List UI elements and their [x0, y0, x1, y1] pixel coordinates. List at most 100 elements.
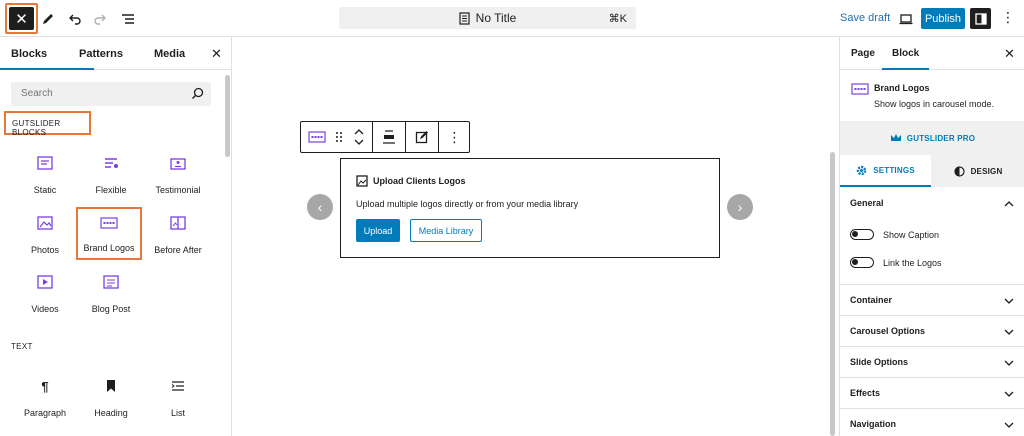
- pro-label: GUTSLIDER PRO: [906, 133, 976, 143]
- block-paragraph[interactable]: ¶ Paragraph: [12, 374, 78, 430]
- upload-title: Upload Clients Logos: [373, 176, 466, 186]
- tab-page[interactable]: Page: [851, 48, 875, 59]
- inserter-tabs: Blocks Patterns Media ✕: [0, 37, 231, 70]
- carousel-next-arrow[interactable]: ›: [727, 194, 753, 220]
- undo-icon[interactable]: [65, 9, 85, 29]
- list-icon: [145, 374, 211, 398]
- videos-icon: [12, 270, 78, 294]
- crown-icon: [890, 133, 902, 143]
- more-options-icon[interactable]: ⋮: [1001, 9, 1015, 26]
- panel-slide-options[interactable]: Slide Options: [840, 346, 1024, 377]
- inserter-scrollbar[interactable]: [225, 75, 230, 157]
- block-videos[interactable]: Videos: [12, 270, 78, 326]
- canvas-scrollbar[interactable]: [830, 152, 835, 436]
- document-title: No Title: [475, 11, 517, 25]
- gear-icon: [856, 165, 867, 176]
- align-icon[interactable]: [373, 122, 405, 152]
- save-draft-button[interactable]: Save draft: [840, 12, 890, 24]
- document-overview-icon[interactable]: [118, 9, 138, 29]
- brand-logos-icon: [851, 82, 869, 100]
- tab-block[interactable]: Block: [881, 48, 930, 70]
- heading-icon: [78, 374, 144, 398]
- tab-settings[interactable]: SETTINGS: [840, 155, 931, 187]
- redo-icon[interactable]: [90, 9, 110, 29]
- category-text: TEXT: [11, 342, 33, 351]
- panel-general[interactable]: General: [840, 188, 1024, 219]
- gutslider-pro-banner[interactable]: GUTSLIDER PRO: [840, 121, 1024, 155]
- brand-logos-icon: [78, 211, 140, 235]
- panel-navigation[interactable]: Navigation: [840, 408, 1024, 436]
- chevron-down-icon: [1004, 417, 1014, 435]
- block-testimonial[interactable]: Testimonial: [145, 151, 211, 207]
- panel-title: Effects: [850, 388, 881, 398]
- settings-sidebar: Page Block ✕ Brand Logos Show logos in c…: [839, 37, 1024, 436]
- chevron-down-icon: [1004, 355, 1014, 373]
- block-list[interactable]: List: [145, 374, 211, 430]
- editor-canvas: ⋮ ‹ Upload Clients Logos Upload multiple…: [232, 37, 839, 436]
- block-editor: ✕ No Title ⌘K Save draft Publish ⋮ Block…: [0, 0, 1024, 436]
- close-icon[interactable]: ✕: [211, 46, 222, 62]
- block-search-field[interactable]: Search: [11, 82, 211, 106]
- drag-handle-icon[interactable]: [332, 122, 346, 152]
- move-up-down-icon[interactable]: [346, 122, 372, 152]
- toggle-show-caption[interactable]: Show Caption: [850, 229, 939, 240]
- top-toolbar: ✕ No Title ⌘K Save draft Publish ⋮: [0, 0, 1024, 37]
- close-icon[interactable]: ✕: [1004, 46, 1015, 62]
- block-before-after[interactable]: Before After: [145, 211, 211, 267]
- photos-icon: [12, 211, 78, 235]
- upload-placeholder: Upload Clients Logos Upload multiple log…: [340, 158, 720, 258]
- pencil-tools-icon[interactable]: [38, 9, 58, 29]
- panel-carousel-options[interactable]: Carousel Options: [840, 315, 1024, 346]
- toggle-switch[interactable]: [850, 229, 874, 240]
- panel-title: General: [850, 198, 884, 208]
- tab-label: DESIGN: [970, 166, 1003, 176]
- block-label: Heading: [94, 408, 128, 418]
- blog-post-icon: [78, 270, 144, 294]
- tab-label: SETTINGS: [873, 165, 915, 175]
- preview-icon[interactable]: [896, 9, 916, 29]
- upload-button[interactable]: Upload: [356, 219, 400, 242]
- toggle-label: Link the Logos: [883, 257, 942, 268]
- static-slider-icon: [12, 151, 78, 175]
- upload-title-row: Upload Clients Logos: [356, 175, 466, 187]
- tab-design[interactable]: DESIGN: [931, 155, 1024, 187]
- tab-media[interactable]: Media: [154, 48, 185, 60]
- document-title-bar[interactable]: No Title ⌘K: [339, 7, 636, 29]
- close-inserter-button[interactable]: ✕: [5, 3, 38, 34]
- panel-effects[interactable]: Effects: [840, 377, 1024, 408]
- media-library-button[interactable]: Media Library: [410, 219, 482, 242]
- block-flexible[interactable]: Flexible: [78, 151, 144, 207]
- block-toolbar: ⋮: [300, 121, 470, 153]
- block-brand-logos[interactable]: Brand Logos: [76, 207, 142, 260]
- gallery-icon: [356, 175, 368, 187]
- panel-title: Slide Options: [850, 357, 909, 367]
- publish-button[interactable]: Publish: [921, 8, 965, 29]
- panel-title: Navigation: [850, 419, 897, 429]
- chevron-down-icon: [1004, 324, 1014, 342]
- panel-title: Carousel Options: [850, 326, 926, 336]
- block-heading[interactable]: Heading: [78, 374, 144, 430]
- edit-icon[interactable]: [406, 122, 438, 152]
- brand-logos-icon: [307, 131, 326, 143]
- tab-patterns[interactable]: Patterns: [79, 48, 123, 60]
- chevron-down-icon: [1004, 293, 1014, 311]
- tab-blocks[interactable]: Blocks: [0, 48, 95, 70]
- panel-container[interactable]: Container: [840, 284, 1024, 315]
- block-static[interactable]: Static: [12, 151, 78, 207]
- block-photos[interactable]: Photos: [12, 211, 78, 267]
- toggle-switch[interactable]: [850, 257, 874, 268]
- settings-sidebar-toggle[interactable]: [970, 8, 991, 29]
- block-label: Flexible: [95, 185, 127, 195]
- more-options-icon[interactable]: ⋮: [439, 122, 470, 152]
- chevron-up-icon: [1004, 196, 1014, 214]
- toggle-link-logos[interactable]: Link the Logos: [850, 257, 942, 268]
- paragraph-icon: ¶: [41, 378, 49, 394]
- search-icon: [191, 87, 204, 105]
- carousel-prev-arrow[interactable]: ‹: [307, 194, 333, 220]
- upload-description: Upload multiple logos directly or from y…: [356, 199, 579, 209]
- block-type-button[interactable]: [301, 122, 332, 152]
- block-label: Brand Logos: [83, 243, 135, 253]
- block-blog-post[interactable]: Blog Post: [78, 270, 144, 326]
- block-label: Static: [33, 185, 57, 195]
- block-label: Videos: [31, 304, 59, 314]
